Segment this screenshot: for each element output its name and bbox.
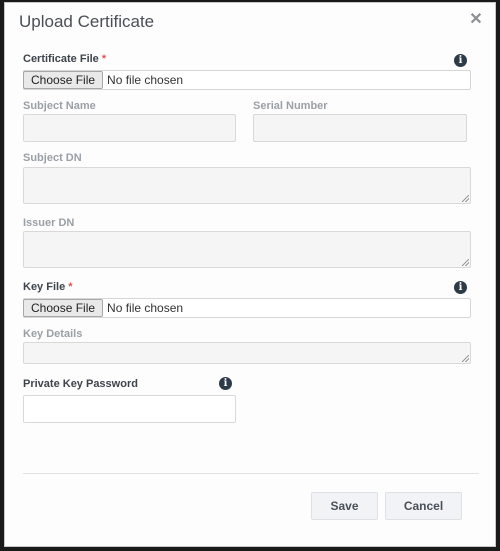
- subject-dn-label: Subject DN: [23, 152, 82, 164]
- choose-certificate-file-button[interactable]: Choose File: [23, 71, 104, 89]
- subject-name-label: Subject Name: [23, 100, 96, 112]
- footer-divider: [23, 473, 479, 474]
- issuer-dn-field[interactable]: [23, 231, 471, 268]
- certificate-file-status: No file chosen: [107, 73, 184, 87]
- certificate-file-label: Certificate File *: [23, 53, 106, 65]
- close-icon[interactable]: ✕: [468, 12, 484, 28]
- info-icon[interactable]: i: [219, 377, 232, 390]
- info-icon[interactable]: i: [454, 54, 467, 67]
- serial-number-field[interactable]: [253, 114, 467, 142]
- key-details-label: Key Details: [23, 328, 83, 340]
- save-button[interactable]: Save: [311, 492, 378, 520]
- choose-key-file-button[interactable]: Choose File: [23, 299, 104, 317]
- certificate-file-input[interactable]: Choose File No file chosen: [23, 70, 471, 90]
- subject-name-field[interactable]: [23, 114, 236, 142]
- cancel-button[interactable]: Cancel: [385, 492, 462, 520]
- required-marker: *: [68, 281, 73, 293]
- issuer-dn-label: Issuer DN: [23, 217, 75, 229]
- resize-grip-icon[interactable]: [462, 259, 469, 266]
- resize-grip-icon[interactable]: [462, 195, 469, 202]
- key-file-status: No file chosen: [107, 301, 184, 315]
- resize-grip-icon[interactable]: [462, 355, 469, 362]
- key-file-label-text: Key File: [23, 281, 66, 293]
- serial-number-label: Serial Number: [253, 100, 328, 112]
- private-key-password-label: Private Key Password: [23, 378, 138, 390]
- info-icon[interactable]: i: [454, 281, 467, 294]
- key-file-input[interactable]: Choose File No file chosen: [23, 298, 471, 318]
- upload-certificate-dialog: Upload Certificate ✕ Certificate File * i…: [4, 2, 496, 547]
- key-details-field[interactable]: [23, 342, 471, 364]
- dialog-title: Upload Certificate: [19, 12, 155, 31]
- key-file-label: Key File *: [23, 281, 72, 293]
- subject-dn-field[interactable]: [23, 167, 471, 204]
- required-marker: *: [101, 53, 107, 65]
- certificate-file-label-text: Certificate File: [23, 53, 99, 65]
- private-key-password-field[interactable]: [23, 395, 236, 423]
